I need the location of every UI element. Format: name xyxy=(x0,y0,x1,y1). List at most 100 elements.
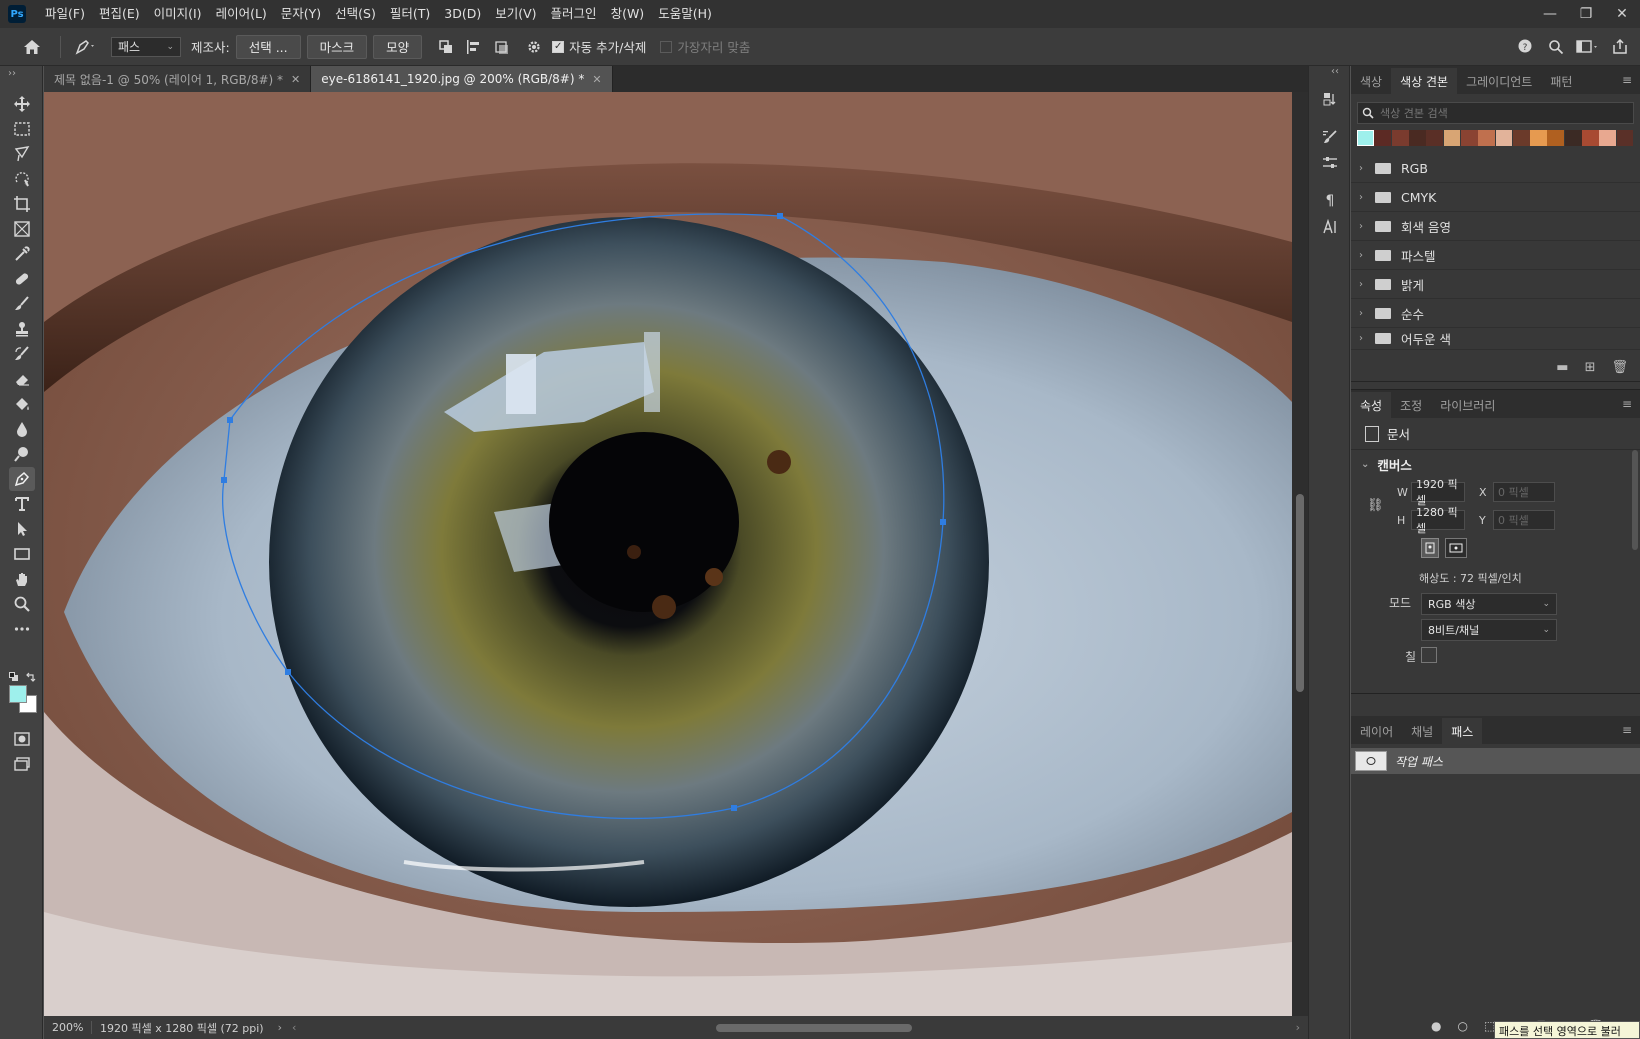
swatch-group-rgb[interactable]: › RGB xyxy=(1351,154,1640,183)
menu-edit[interactable]: 편집(E) xyxy=(92,0,147,28)
swatch-group-grayscale[interactable]: › 회색 음영 xyxy=(1351,212,1640,241)
collapse-toolbar-icon[interactable]: ›› xyxy=(8,68,16,79)
tab-gradients[interactable]: 그레이디언트 xyxy=(1457,68,1541,94)
share-learn-icon[interactable]: ? xyxy=(1512,33,1540,61)
fill-color-swatch[interactable] xyxy=(1421,647,1437,663)
close-button[interactable]: ✕ xyxy=(1604,0,1640,28)
tab-swatches[interactable]: 색상 견본 xyxy=(1391,68,1458,94)
brush-settings-icon[interactable] xyxy=(1319,126,1341,148)
character-icon[interactable] xyxy=(1319,216,1341,238)
fill-path-icon[interactable]: ● xyxy=(1431,1019,1441,1033)
color-swatch[interactable] xyxy=(1460,130,1478,146)
stroke-path-icon[interactable]: ○ xyxy=(1457,1019,1467,1033)
move-tool-icon[interactable] xyxy=(9,92,35,116)
zoom-tool-icon[interactable] xyxy=(9,592,35,616)
paragraph-icon[interactable]: ¶ xyxy=(1319,190,1341,212)
menu-plugins[interactable]: 플러그인 xyxy=(544,0,604,28)
tab-paths[interactable]: 패스 xyxy=(1442,718,1483,744)
pen-tool-preset-icon[interactable] xyxy=(67,33,103,61)
tab-properties[interactable]: 속성 xyxy=(1351,392,1392,418)
tab-patterns[interactable]: 패턴 xyxy=(1541,68,1581,94)
default-colors-icon[interactable] xyxy=(9,671,19,681)
document-tab-eye[interactable]: eye-6186141_1920.jpg @ 200% (RGB/8#) * ✕ xyxy=(311,66,613,92)
tab-libraries[interactable]: 라이브러리 xyxy=(1431,392,1504,418)
frame-tool-icon[interactable] xyxy=(9,217,35,241)
menu-filter[interactable]: 필터(T) xyxy=(383,0,437,28)
swatch-group-light[interactable]: › 밝게 xyxy=(1351,270,1640,299)
chevron-right-icon[interactable]: › xyxy=(1296,1021,1300,1034)
y-field[interactable]: 0 픽셀 xyxy=(1493,510,1555,530)
color-swatch[interactable] xyxy=(1512,130,1530,146)
panel-menu-icon[interactable]: ≡ xyxy=(1622,73,1632,87)
tab-color[interactable]: 색상 xyxy=(1351,68,1391,94)
rectangle-tool-icon[interactable] xyxy=(9,542,35,566)
new-group-folder-icon[interactable]: ▬ xyxy=(1556,360,1568,375)
height-field[interactable]: 1280 픽셀 xyxy=(1411,506,1465,535)
link-dimensions-icon[interactable]: ⛓ xyxy=(1367,498,1384,513)
color-swatch[interactable] xyxy=(1409,130,1426,146)
color-mode-select[interactable]: RGB 색상 ⌄ xyxy=(1421,593,1557,615)
trash-icon[interactable]: 🗑 xyxy=(1611,360,1628,375)
color-swatch[interactable] xyxy=(1599,130,1617,146)
swatch-group-dark[interactable]: › 어두운 색 xyxy=(1351,328,1640,350)
swatch-group-pure[interactable]: › 순수 xyxy=(1351,299,1640,328)
color-swatch[interactable] xyxy=(1495,130,1513,146)
menu-view[interactable]: 보기(V) xyxy=(488,0,543,28)
marquee-tool-icon[interactable] xyxy=(9,117,35,141)
color-swatch[interactable] xyxy=(1530,130,1547,146)
color-swatch[interactable] xyxy=(1564,130,1582,146)
canvas-section-header[interactable]: ⌄ 캔버스 xyxy=(1351,450,1640,478)
eraser-tool-icon[interactable] xyxy=(9,367,35,391)
menu-layer[interactable]: 레이어(L) xyxy=(209,0,274,28)
workspace-icon[interactable] xyxy=(1570,33,1606,61)
gear-icon[interactable] xyxy=(520,33,548,61)
make-selection-button[interactable]: 선택 ... xyxy=(235,34,301,59)
panel-menu-icon[interactable]: ≡ xyxy=(1622,397,1632,411)
screen-mode-icon[interactable] xyxy=(9,752,35,776)
menu-help[interactable]: 도움말(H) xyxy=(651,0,719,28)
path-alignment-icon[interactable] xyxy=(460,33,488,61)
color-swatch[interactable] xyxy=(1478,130,1496,146)
menu-window[interactable]: 창(W) xyxy=(604,0,652,28)
eyedropper-tool-icon[interactable] xyxy=(9,242,35,266)
chevron-left-icon[interactable]: ‹ xyxy=(292,1021,296,1034)
swap-colors-icon[interactable] xyxy=(26,671,36,682)
color-swatch[interactable] xyxy=(1616,130,1634,146)
tab-channels[interactable]: 채널 xyxy=(1402,718,1442,744)
blur-tool-icon[interactable] xyxy=(9,417,35,441)
minimize-button[interactable]: — xyxy=(1532,0,1568,28)
document-canvas[interactable] xyxy=(44,92,1292,1016)
menu-select[interactable]: 선택(S) xyxy=(328,0,383,28)
make-mask-button[interactable]: 마스크 xyxy=(306,34,368,59)
path-arrangement-icon[interactable] xyxy=(488,33,516,61)
properties-scrollbar[interactable] xyxy=(1632,450,1638,550)
landscape-orientation-icon[interactable] xyxy=(1445,538,1467,558)
path-selection-tool-icon[interactable] xyxy=(9,517,35,541)
share-icon[interactable] xyxy=(1606,33,1634,61)
close-tab-icon[interactable]: ✕ xyxy=(291,73,300,86)
crop-tool-icon[interactable] xyxy=(9,192,35,216)
color-swatch[interactable] xyxy=(1374,130,1392,146)
quick-mask-icon[interactable] xyxy=(9,727,35,751)
paint-bucket-tool-icon[interactable] xyxy=(9,392,35,416)
vertical-scrollbar[interactable] xyxy=(1292,92,1308,1016)
x-field[interactable]: 0 픽셀 xyxy=(1493,482,1555,502)
hand-tool-icon[interactable] xyxy=(9,567,35,591)
menu-type[interactable]: 문자(Y) xyxy=(274,0,328,28)
align-edges-checkbox[interactable] xyxy=(660,40,673,53)
maximize-button[interactable]: ❐ xyxy=(1568,0,1604,28)
close-tab-icon[interactable]: ✕ xyxy=(592,73,601,86)
healing-brush-tool-icon[interactable] xyxy=(9,267,35,291)
tab-adjustments[interactable]: 조정 xyxy=(1391,392,1431,418)
work-path-item[interactable]: 작업 패스 xyxy=(1351,748,1640,774)
tool-mode-select[interactable]: 패스 ⌄ xyxy=(111,36,181,57)
color-swatch[interactable] xyxy=(1391,130,1409,146)
tab-layers[interactable]: 레이어 xyxy=(1351,718,1402,744)
scroll-thumb[interactable] xyxy=(1296,494,1304,692)
history-panel-icon[interactable] xyxy=(1319,88,1341,110)
color-swatch[interactable] xyxy=(1547,130,1565,146)
panel-menu-icon[interactable]: ≡ xyxy=(1622,723,1632,737)
clone-stamp-tool-icon[interactable] xyxy=(9,317,35,341)
home-icon[interactable] xyxy=(18,33,46,61)
menu-image[interactable]: 이미지(I) xyxy=(147,0,209,28)
